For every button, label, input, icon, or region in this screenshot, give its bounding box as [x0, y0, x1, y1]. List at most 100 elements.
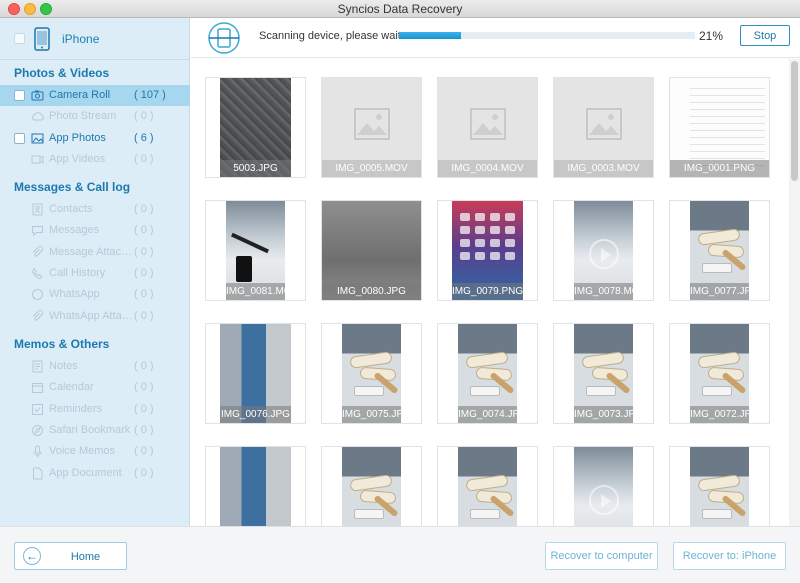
- media-tile[interactable]: IMG_0077.JPG: [669, 200, 770, 301]
- image-placeholder-icon: [354, 108, 390, 140]
- media-tile[interactable]: [553, 446, 654, 526]
- media-tile[interactable]: [321, 446, 422, 526]
- device-name: iPhone: [62, 32, 100, 46]
- media-tile[interactable]: IMG_0004.MOV: [437, 77, 538, 178]
- calendar-icon: [32, 383, 43, 394]
- media-tile[interactable]: IMG_0080.JPG: [321, 200, 422, 301]
- file-name-caption: IMG_0081.MOV: [226, 283, 285, 300]
- sidebar-item-label: Reminders: [49, 402, 103, 415]
- file-name-caption: IMG_0003.MOV: [554, 160, 653, 177]
- footer: ← Home Recover to computer Recover to: i…: [0, 526, 800, 583]
- sidebar-item-count: ( 0 ): [134, 203, 154, 215]
- paperclip-icon: [32, 245, 43, 257]
- media-tile[interactable]: [669, 446, 770, 526]
- media-tile[interactable]: IMG_0074.JPG: [437, 323, 538, 424]
- media-tile[interactable]: IMG_0075.JPG: [321, 323, 422, 424]
- camera-icon: [31, 90, 44, 101]
- sidebar-item-voice-memos[interactable]: Voice Memos ( 0 ): [0, 441, 190, 462]
- bookmark-icon: [32, 424, 43, 436]
- sidebar-item-count: ( 0 ): [134, 445, 154, 458]
- thumbnail: IMG_0074.JPG: [458, 324, 517, 423]
- image-placeholder-icon: [586, 108, 622, 140]
- play-icon: [588, 484, 619, 515]
- sidebar-item-app-document[interactable]: App Document ( 0 ): [0, 463, 190, 484]
- thumbnail: IMG_0078.MOV: [574, 201, 633, 300]
- recover-to-iphone-button[interactable]: Recover to: iPhone: [673, 542, 786, 570]
- image-placeholder-icon: [470, 108, 506, 140]
- sidebar-item-safari-bookmark[interactable]: Safari Bookmark( 0 ): [0, 420, 190, 441]
- file-name-caption: IMG_0072.JPG: [690, 406, 749, 423]
- window-title: Syncios Data Recovery: [337, 2, 463, 16]
- sidebar-item-count: ( 0 ): [134, 110, 154, 123]
- sidebar-item-count: ( 0 ): [134, 224, 154, 237]
- media-tile[interactable]: IMG_0073.JPG: [553, 323, 654, 424]
- scrollbar-thumb[interactable]: [791, 61, 798, 181]
- sidebar-item-label: Camera Roll: [49, 89, 111, 101]
- media-tile[interactable]: [205, 446, 306, 526]
- device-checkbox[interactable]: [14, 33, 25, 44]
- sidebar-item-message-attach[interactable]: Message Attach...( 0 ): [0, 242, 190, 263]
- thumbnail: IMG_0004.MOV: [438, 78, 537, 177]
- file-name-caption: IMG_0073.JPG: [574, 406, 633, 423]
- sidebar-item-app-videos[interactable]: App Videos ( 0 ): [0, 149, 190, 170]
- sidebar-item-call-history[interactable]: Call History ( 0 ): [0, 263, 190, 284]
- sidebar-item-messages[interactable]: Messages ( 0 ): [0, 220, 190, 241]
- sidebar-item-label: Call History: [49, 266, 106, 279]
- sidebar-item-calendar[interactable]: Calendar ( 0 ): [0, 377, 190, 398]
- recover-to-computer-button[interactable]: Recover to computer: [545, 542, 658, 570]
- media-tile[interactable]: IMG_0001.PNG: [669, 77, 770, 178]
- sidebar-item-whatsapp-attac[interactable]: WhatsApp Attac...( 0 ): [0, 306, 190, 327]
- sidebar-item-reminders[interactable]: Reminders ( 0 ): [0, 399, 190, 420]
- scan-progress-bar: [399, 32, 695, 39]
- media-tile[interactable]: IMG_0078.MOV: [553, 200, 654, 301]
- scan-status-text: Scanning device, please wait...: [259, 30, 411, 42]
- sidebar-item-whatsapp[interactable]: WhatsApp ( 0 ): [0, 284, 190, 305]
- sidebar-item-label: Photo Stream: [49, 110, 117, 123]
- device-row[interactable]: iPhone: [0, 18, 190, 60]
- media-tile[interactable]: IMG_0076.JPG: [205, 323, 306, 424]
- file-name-caption: IMG_0080.JPG: [322, 283, 421, 300]
- file-name-caption: IMG_0074.JPG: [458, 406, 517, 423]
- sidebar-item-count: ( 6 ): [134, 131, 154, 144]
- sidebar-item-label: App Document: [49, 466, 122, 479]
- thumbnail: [220, 447, 291, 526]
- media-tile[interactable]: 5003.JPG: [205, 77, 306, 178]
- stop-button[interactable]: Stop: [740, 25, 790, 46]
- back-arrow-icon: ←: [23, 547, 41, 565]
- thumbnail: [458, 447, 517, 526]
- sidebar-item-photo-stream[interactable]: Photo Stream ( 0 ): [0, 106, 190, 127]
- sidebar-item-app-photos[interactable]: App Photos ( 6 ): [0, 128, 190, 149]
- sidebar: iPhone Photos & Videos Camera Roll ( 107 )…: [0, 18, 190, 526]
- sidebar-item-contacts[interactable]: Contacts ( 0 ): [0, 199, 190, 220]
- sidebar-item-label: Calendar: [49, 381, 94, 394]
- media-grid-area: 5003.JPG IMG_0005.MOV IMG_0004.MOV IMG_0…: [191, 59, 789, 526]
- reminder-icon: [32, 403, 43, 415]
- sidebar-item-notes[interactable]: Notes ( 0 ): [0, 356, 190, 377]
- thumbnail: [574, 447, 633, 526]
- section-title: Memos & Others: [14, 337, 110, 351]
- item-checkbox[interactable]: [14, 132, 25, 144]
- media-tile[interactable]: IMG_0079.PNG: [437, 200, 538, 301]
- thumbnail: IMG_0080.JPG: [322, 201, 421, 300]
- media-tile[interactable]: IMG_0005.MOV: [321, 77, 422, 178]
- file-name-caption: 5003.JPG: [220, 160, 291, 177]
- phone-call-icon: [31, 267, 43, 279]
- media-tile[interactable]: IMG_0081.MOV: [205, 200, 306, 301]
- thumbnail: IMG_0005.MOV: [322, 78, 421, 177]
- sidebar-item-count: ( 0 ): [134, 245, 154, 258]
- sidebar-item-count: ( 0 ): [134, 266, 154, 279]
- home-button[interactable]: ← Home: [14, 542, 127, 570]
- sidebar-item-camera-roll[interactable]: Camera Roll ( 107 ): [0, 85, 190, 106]
- grid-scrollbar[interactable]: [789, 59, 800, 526]
- sidebar-item-count: ( 0 ): [134, 309, 154, 322]
- scan-percent: 21%: [699, 29, 724, 43]
- item-checkbox[interactable]: [14, 90, 25, 101]
- thumbnail: IMG_0076.JPG: [220, 324, 291, 423]
- sidebar-item-count: ( 0 ): [134, 381, 154, 394]
- home-button-label: Home: [70, 551, 101, 563]
- media-tile[interactable]: [437, 446, 538, 526]
- media-tile[interactable]: IMG_0003.MOV: [553, 77, 654, 178]
- file-name-caption: IMG_0079.PNG: [452, 283, 523, 300]
- media-tile[interactable]: IMG_0072.JPG: [669, 323, 770, 424]
- thumbnail: IMG_0079.PNG: [452, 201, 523, 300]
